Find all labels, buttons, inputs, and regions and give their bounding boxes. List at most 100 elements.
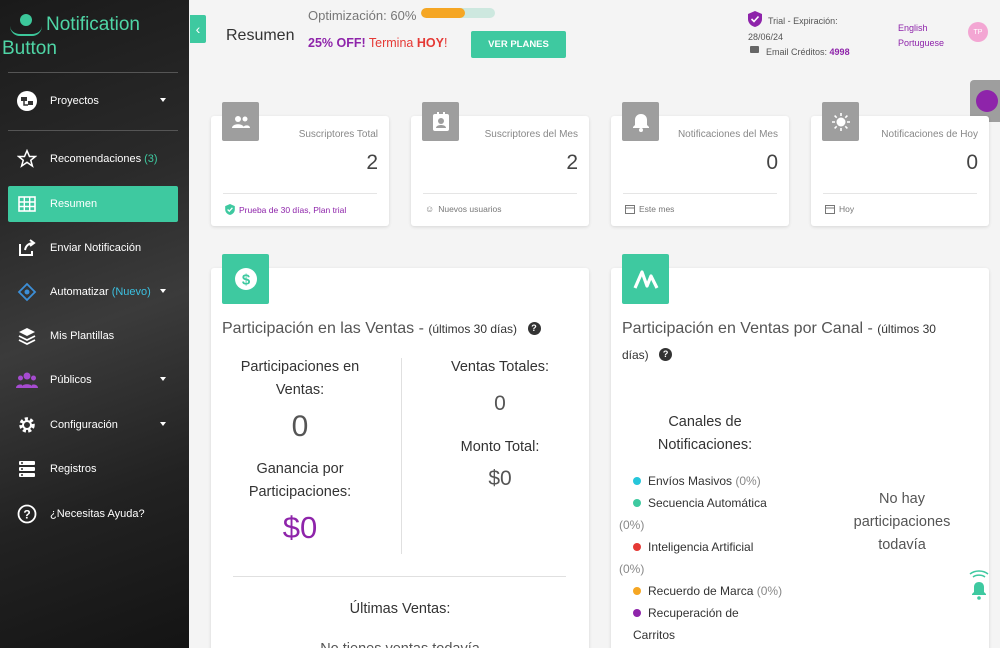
sidebar-item-label: ¿Necesitas Ayuda? [50,508,145,520]
sidebar-item-proyectos[interactable]: Proyectos [8,83,178,119]
users-icon [16,369,38,391]
projects-icon [16,90,38,112]
app-logo[interactable]: Notification Button [0,6,189,66]
stat-label: Notificaciones del Mes [677,129,778,140]
legend-dot [633,586,641,595]
latest-sales-empty: No tienes ventas todavía [211,638,589,648]
language-english-link[interactable]: English [898,23,928,33]
legend-title: Canales de Notificaciones: [657,414,753,453]
share-icon [16,237,38,259]
users-icon [222,102,259,141]
total-sales-value: 0 [494,392,506,415]
channel-participation-panel: Participación en Ventas por Canal - (últ… [611,254,989,648]
legend-item: Inteligencia Artificial [633,536,753,558]
grid-icon [16,193,38,215]
stat-card-month-notifications: Notificaciones del Mes 0 Este mes [611,102,789,226]
sidebar-item-automatizar[interactable]: Automatizar (Nuevo) [8,274,178,310]
avatar[interactable]: TP [968,22,988,42]
gear-icon [16,414,38,436]
logo-text-line1: Notification [46,14,140,35]
sidebar-item-label: Automatizar [50,286,109,298]
help-icon[interactable]: ? [659,348,673,362]
notification-bell-icon[interactable] [968,570,990,602]
optimization-progress-fill [421,8,466,18]
gain-value: $0 [282,510,318,545]
stat-footer: Hoy [825,204,854,214]
panel-title: Participación en las Ventas - (últimos 3… [222,316,541,342]
sidebar-item-mis-plantillas[interactable]: Mis Plantillas [8,318,178,354]
sun-icon [822,102,859,141]
legend-dot [633,498,641,507]
sales-participation-panel: $ Participación en las Ventas - (últimos… [211,254,589,648]
smile-icon: ☺ [425,204,435,214]
page-title: Resumen [226,27,295,44]
sidebar-item-label: Enviar Notificación [50,242,142,254]
help-icon[interactable]: ? [527,322,541,336]
calendar-icon [625,205,635,214]
optimization-progress-bar [421,8,495,18]
sidebar-item-label: Mis Plantillas [50,330,115,342]
stat-value: 2 [366,151,378,174]
dollar-icon: $ [222,254,269,304]
calendar-icon [825,205,835,214]
stat-footer: ☺ Nuevos usuarios [425,204,502,214]
chevron-down-icon [160,289,166,293]
sidebar-collapse-button[interactable]: ‹ [190,15,206,43]
gain-label: Ganancia por Participaciones: [248,461,352,500]
legend-dot [633,608,641,617]
chevron-left-icon: ‹ [195,21,201,37]
credits-label: Email Créditos: [766,47,828,57]
legend-item: Recuerdo de Marca (0%) [633,580,782,602]
sidebar-item-resumen[interactable]: Resumen [8,186,178,222]
star-icon [16,148,38,170]
participations-label: Participaciones en Ventas: [240,359,360,398]
stat-value: 0 [766,151,778,174]
sidebar-item-configuracion[interactable]: Configuración [8,407,178,443]
panel-title: Participación en Ventas por Canal - (últ… [622,320,936,362]
stat-value: 0 [966,151,978,174]
sidebar: Notification Button Proyectos Recomendac… [0,0,189,648]
stat-footer: Prueba de 30 días, Plan trial [225,204,346,215]
logo-dot-icon [20,14,32,26]
automation-icon [16,281,38,303]
contact-icon [422,102,459,141]
stat-value: 2 [566,151,578,174]
legend-item-pct: (0%) [619,562,645,576]
sidebar-item-publicos[interactable]: Públicos [8,362,178,398]
sidebar-item-ayuda[interactable]: ? ¿Necesitas Ayuda? [8,496,178,532]
participations-value: 0 [291,410,309,443]
latest-sales-label: Últimas Ventas: [349,601,451,617]
records-icon [16,458,38,480]
sidebar-item-enviar-notificacion[interactable]: Enviar Notificación [8,230,178,266]
optimization-label: Optimización: 60% [308,8,417,23]
logo-text-line2: Button [2,38,57,59]
sidebar-item-label: Resumen [50,198,98,210]
sidebar-item-label: Recomendaciones [50,153,142,165]
legend-item: Recuperación de Carritos [633,606,739,642]
stat-card-total-subscribers: Suscriptores Total 2 Prueba de 30 días, … [211,102,389,226]
help-icon: ? [16,503,38,525]
svg-text:?: ? [23,508,30,522]
palette-icon [976,90,998,112]
trial-date: 28/06/24 [748,32,784,42]
chevron-down-icon [160,377,166,381]
shield-check-icon [225,204,235,215]
total-amount-label: Monto Total: [460,439,540,455]
bell-icon [622,102,659,141]
sidebar-item-label: Proyectos [50,95,99,107]
sidebar-item-recomendaciones[interactable]: Recomendaciones (3) [8,141,178,177]
legend-item: Secuencia Automática [633,492,767,514]
layers-icon [16,325,38,347]
total-amount-value: $0 [488,467,512,490]
trial-label: Trial - Expiración: [768,16,838,26]
stat-label: Notificaciones de Hoy [881,129,978,140]
sidebar-item-registros[interactable]: Registros [8,451,178,487]
stat-label: Suscriptores Total [298,129,378,140]
view-plans-button[interactable]: VER PLANES [471,31,566,58]
language-portuguese-link[interactable]: Portuguese [898,38,944,48]
sidebar-item-label: Configuración [50,419,118,431]
recommendations-count: (3) [144,153,158,165]
chevron-down-icon [160,98,166,102]
sidebar-item-label: Registros [50,463,97,475]
stat-label: Suscriptores del Mes [484,129,578,140]
